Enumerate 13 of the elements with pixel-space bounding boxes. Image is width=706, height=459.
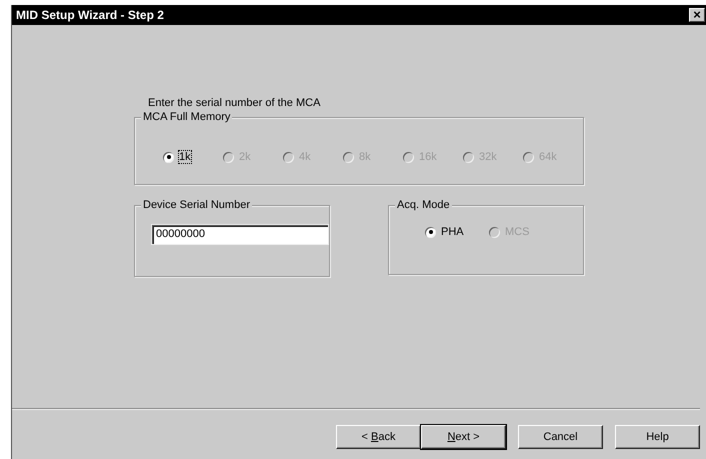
radio-button[interactable]: 1k [163,151,223,163]
wizard-button[interactable]: Next > [421,425,506,449]
group-title: Device Serial Number [141,199,252,211]
instruction-text: Enter the serial number of the MCA [148,97,322,109]
serial-input-field[interactable]: 00000000 [151,224,329,245]
wizard-button[interactable]: Help [615,425,700,449]
group-title: Acq. Mode [395,199,452,211]
wizard-button[interactable]: Cancel [518,425,603,449]
close-button[interactable]: × [689,8,705,22]
radio-button[interactable]: PHA [425,226,489,238]
wizard-button[interactable]: < Back [336,425,421,449]
group-title: MCA Full Memory [141,111,232,123]
window-title: MID Setup Wizard - Step 2 [16,8,164,22]
